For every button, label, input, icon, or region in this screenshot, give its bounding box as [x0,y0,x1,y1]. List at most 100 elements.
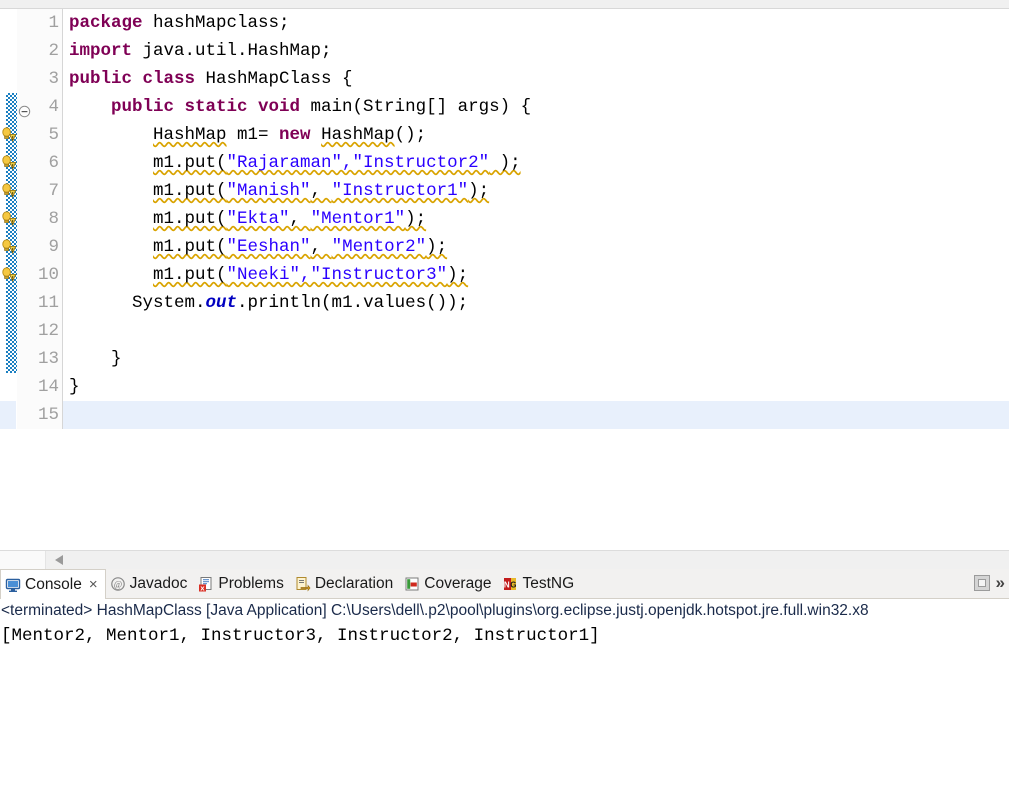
gutter-annotation-column[interactable] [0,177,17,205]
gutter-annotation-column[interactable] [0,289,17,317]
fold-column[interactable] [17,9,32,37]
line-number: 3 [32,65,62,93]
warning-icon[interactable] [1,182,18,200]
fold-column[interactable] [17,233,32,261]
minimize-button[interactable] [973,574,990,591]
gutter-annotation-column[interactable] [0,345,17,373]
code-token: "Manish" [226,181,311,201]
code-line[interactable]: 1 package hashMapclass; [0,9,1009,37]
console-tabbar[interactable]: Console × @ Javadoc x Problems Declaration Cove… [0,569,1009,599]
warning-icon[interactable] [1,210,18,228]
gutter-annotation-column[interactable] [0,9,17,37]
chevron-right-icon[interactable]: » [996,574,1005,591]
code-line-text[interactable]: m1.put("Manish", "Instructor1"); [63,177,1009,205]
code-line[interactable]: 6 m1.put("Rajaraman","Instructor2" ); [0,149,1009,177]
gutter-annotation-column[interactable] [0,121,17,149]
code-line-text[interactable]: m1.put("Neeki","Instructor3"); [63,261,1009,289]
fold-column[interactable] [17,401,32,429]
code-line[interactable]: 8 m1.put("Ekta", "Mentor1"); [0,205,1009,233]
code-token: , [310,181,332,201]
fold-column[interactable] [17,261,32,289]
gutter-annotation-column[interactable] [0,401,17,429]
line-number: 2 [32,37,62,65]
code-token: public class [69,69,196,89]
code-line[interactable]: 9 m1.put("Eeshan", "Mentor2"); [0,233,1009,261]
code-line-text[interactable]: m1.put("Eeshan", "Mentor2"); [63,233,1009,261]
tab-declaration[interactable]: Declaration [291,569,400,598]
fold-column[interactable] [17,373,32,401]
console-process-line: <terminated> HashMapClass [Java Applicat… [1,602,869,619]
code-line[interactable]: 10 m1.put("Neeki","Instructor3"); [0,261,1009,289]
code-line[interactable]: 2 import java.util.HashMap; [0,37,1009,65]
code-line[interactable]: 13 } [0,345,1009,373]
fold-column[interactable] [17,205,32,233]
tab-javadoc[interactable]: @ Javadoc [106,569,195,598]
gutter-annotation-column[interactable] [0,205,17,233]
code-line-text[interactable]: } [63,373,1009,401]
code-line-text[interactable]: package hashMapclass; [63,9,1009,37]
gutter-annotation-column[interactable] [0,317,17,345]
code-line[interactable]: 15 [0,401,1009,429]
code-token: "Neeki","Instructor3" [226,265,448,285]
code-line-text[interactable]: System.out.println(m1.values()); [63,289,1009,317]
code-line-text[interactable]: import java.util.HashMap; [63,37,1009,65]
fold-column[interactable] [17,121,32,149]
fold-column[interactable] [17,93,32,121]
fold-column[interactable] [17,65,32,93]
gutter-annotation-column[interactable] [0,149,17,177]
code-line-text[interactable]: public class HashMapClass { [63,65,1009,93]
code-line-text[interactable] [63,317,1009,345]
gutter-annotation-column[interactable] [0,373,17,401]
tab-console[interactable]: Console × [0,569,106,599]
code-area[interactable]: 1 package hashMapclass; 2 import java.util.… [0,9,1009,429]
code-line[interactable]: 3 public class HashMapClass { [0,65,1009,93]
fold-column[interactable] [17,149,32,177]
line-number: 9 [32,233,62,261]
code-line-text[interactable]: } [63,345,1009,373]
collapse-fold-icon[interactable] [18,100,31,118]
scroll-left-arrow-icon[interactable] [55,555,63,565]
code-editor[interactable]: 1 package hashMapclass; 2 import java.util.… [0,9,1009,550]
code-line[interactable]: 4 public static void main(String[] args)… [0,93,1009,121]
fold-column[interactable] [17,37,32,65]
fold-column[interactable] [17,317,32,345]
tab-testng[interactable]: N G TestNG [498,569,581,598]
code-line-text[interactable]: HashMap m1= new HashMap(); [63,121,1009,149]
warning-icon[interactable] [1,238,18,256]
editor-horizontal-scrollbar[interactable] [0,550,1009,569]
change-bar [6,289,17,317]
tab-label: Problems [218,574,284,592]
warning-icon[interactable] [1,126,18,144]
tabbar-controls[interactable]: » [973,574,1005,591]
fold-column[interactable] [17,289,32,317]
console-output-area[interactable]: <terminated> HashMapClass [Java Applicat… [0,599,1009,649]
code-line[interactable]: 12 [0,317,1009,345]
code-line-text[interactable]: public static void main(String[] args) { [63,93,1009,121]
gutter-annotation-column[interactable] [0,261,17,289]
code-line-text[interactable]: m1.put("Ekta", "Mentor1"); [63,205,1009,233]
code-line[interactable]: 7 m1.put("Manish", "Instructor1"); [0,177,1009,205]
code-line[interactable]: 11 System.out.println(m1.values()); [0,289,1009,317]
code-token: java.util.HashMap; [132,41,332,61]
code-line-text[interactable]: m1.put("Rajaraman","Instructor2" ); [63,149,1009,177]
code-line[interactable]: 14} [0,373,1009,401]
fold-column[interactable] [17,177,32,205]
code-line-text[interactable] [63,401,1009,429]
gutter-annotation-column[interactable] [0,233,17,261]
gutter-annotation-column[interactable] [0,93,17,121]
svg-text:N: N [504,580,510,589]
warning-icon[interactable] [1,266,18,284]
tab-label: Console [25,575,82,593]
warning-icon[interactable] [1,154,18,172]
fold-column[interactable] [17,345,32,373]
gutter-annotation-column[interactable] [0,65,17,93]
code-line[interactable]: 5 HashMap m1= new HashMap(); [0,121,1009,149]
svg-text:@: @ [113,579,121,589]
tab-problems[interactable]: x Problems [194,569,290,598]
close-icon[interactable]: × [89,577,98,592]
code-token: hashMapclass; [142,13,290,33]
code-token: } [69,377,80,397]
gutter-annotation-column[interactable] [0,37,17,65]
tab-coverage[interactable]: Coverage [400,569,498,598]
